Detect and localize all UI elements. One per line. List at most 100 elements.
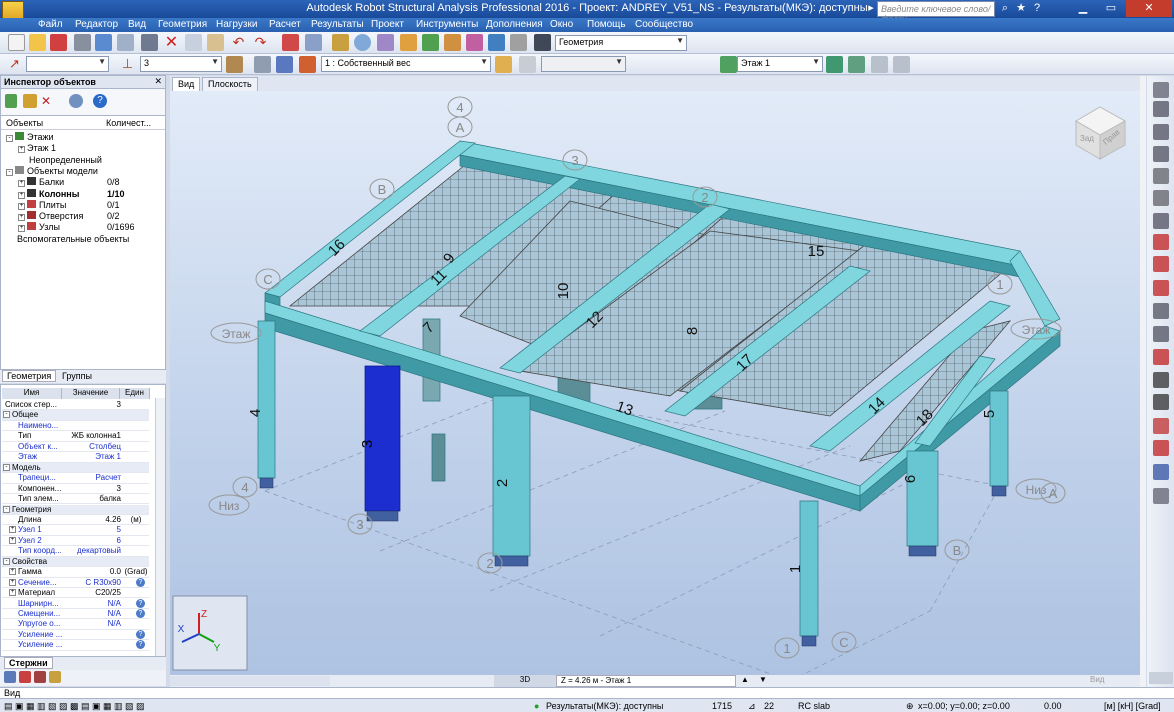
structure-tool-icon[interactable] [1153,190,1169,206]
tree-item[interactable]: + Этаж 1 [18,143,56,154]
menu-project[interactable]: Проект [371,19,404,30]
loads-case-icon[interactable] [299,56,316,73]
menu-community[interactable]: Сообщество [635,19,693,30]
structure-tool-icon[interactable] [1153,372,1169,388]
close-icon[interactable]: ✕ [154,76,162,87]
column-back[interactable] [431,433,446,482]
command-line[interactable]: Вид [0,687,1174,698]
info-icon[interactable]: ? [136,640,145,650]
structure-tool-icon[interactable] [1153,101,1169,117]
maximize-button[interactable]: ▭ [1098,0,1124,17]
property-row[interactable]: Упругое о... N/A [2,619,149,630]
structure-model[interactable]: 16 91171012 8151713 1418 5643214A3B2C 1Этаж Эт… [170,91,1140,675]
property-row[interactable]: + Узел 1 5 [2,525,149,536]
property-value[interactable]: N/A [64,619,121,628]
menu-results[interactable]: Результаты [311,19,364,30]
print-icon[interactable] [74,34,91,51]
bar-selection-combo[interactable]: ▼ [26,56,109,72]
expand-icon[interactable]: + [18,225,25,233]
display-icon[interactable] [377,34,394,51]
structure-tool-icon[interactable] [1153,326,1169,342]
structure-tool-icon[interactable] [1153,82,1169,98]
menu-addins[interactable]: Дополнения [486,19,543,30]
property-value[interactable]: Этаж 1 [64,452,121,461]
clear-filter-icon[interactable]: ✕ [41,94,55,108]
copy-icon[interactable] [185,34,202,51]
property-row[interactable]: Трапеци... Расчет [2,473,149,484]
expand-icon[interactable]: + [9,526,16,534]
loads-icon[interactable] [444,34,461,51]
expand-icon[interactable]: + [9,578,16,586]
structure-tool-icon[interactable] [1153,168,1169,184]
property-row[interactable]: Смещени... N/A? [2,609,149,620]
expand-icon[interactable]: + [18,191,25,199]
property-row[interactable]: + Материал C20/25 [2,588,149,599]
z-up-icon[interactable]: ▲ [736,675,754,687]
property-row[interactable]: Тип ЖБ колонна1 [2,431,149,442]
collapse-icon[interactable]: - [6,168,13,176]
menu-view[interactable]: Вид [128,19,146,30]
property-section[interactable]: - Геометрия [2,504,149,515]
zoom-icon[interactable] [354,34,371,51]
undo-icon[interactable]: ↶ [230,34,247,51]
info-icon[interactable]: ? [136,598,145,608]
collapse-icon[interactable]: - [3,505,10,513]
info-icon[interactable]: ? [136,577,145,587]
property-value[interactable]: Столбец [64,442,121,451]
tree-item[interactable]: Неопределенный [18,155,102,165]
story-up-icon[interactable] [826,56,843,73]
model-icon[interactable] [422,34,439,51]
collapse-icon[interactable]: - [6,135,13,142]
structure-tool-icon[interactable] [1153,234,1169,250]
tree-item[interactable]: + Плиты [18,199,66,210]
info-icon[interactable]: ? [136,609,145,618]
property-row[interactable]: + Узел 2 6 [2,536,149,547]
property-value[interactable]: N/A [64,599,121,608]
property-value[interactable]: 4.26 [64,515,121,524]
property-row[interactable]: Объект к... Столбец [2,442,149,453]
expand-icon[interactable]: + [9,536,16,544]
material-icon[interactable] [34,671,46,683]
property-row[interactable]: Этаж Этаж 1 [2,452,149,463]
property-value[interactable]: 5 [64,525,121,534]
section-view-icon[interactable] [254,56,271,73]
property-row[interactable]: Тип коорд... декартовый [2,546,149,557]
expand-icon[interactable]: + [18,202,25,210]
structure-icon[interactable] [400,34,417,51]
property-row[interactable]: Компонен... 3 [2,484,149,494]
structure-tool-icon[interactable] [1153,464,1169,480]
tree-item[interactable]: + Колонны [18,188,79,199]
new-file-icon[interactable] [8,34,25,51]
screen-capture-icon[interactable] [141,34,158,51]
property-section[interactable]: - Модель [2,462,149,474]
property-row[interactable]: Шарнирн... N/A? [2,598,149,609]
close-button[interactable]: ✕ [1126,0,1172,17]
structure-tool-icon[interactable] [1153,394,1169,410]
table-icon[interactable] [305,34,322,51]
search-icon[interactable] [69,94,83,108]
story-combo[interactable]: Этаж 1 ▼ [737,56,823,72]
property-section[interactable]: - Свойства [2,556,149,568]
tab-plane[interactable]: Плоскость [202,77,258,91]
expand-icon[interactable]: + [9,568,16,576]
minimize-button[interactable]: ▁ [1070,0,1096,17]
load-case-combo[interactable]: 1 : Собственный вес ▼ [321,56,491,72]
selection-combo[interactable]: 3 ▼ [140,56,222,72]
column-5[interactable] [989,390,1009,487]
tree-item[interactable]: + Отверстия [18,211,83,222]
help-icon[interactable]: ? [1030,1,1044,16]
calculator-icon[interactable] [282,34,299,51]
filter-icon[interactable] [226,56,243,73]
layout-icon[interactable] [534,34,551,51]
3d-viewport[interactable]: 16 9 11 7 10 12 8 15 17 13 14 18 5 6 4 3 2 1 4 A 3 B 2 C 1 Этаж Эт… [170,91,1140,675]
property-value[interactable]: балка [64,494,121,503]
menu-tools[interactable]: Инструменты [416,19,478,30]
expand-icon[interactable]: + [18,180,25,188]
list-icon[interactable] [4,671,16,683]
paste-icon[interactable] [207,34,224,51]
story-icon[interactable] [720,56,737,73]
tab-groups[interactable]: Группы [62,371,92,381]
structure-tool-icon[interactable] [1153,146,1169,162]
menu-loads[interactable]: Нагрузки [216,19,257,30]
release-icon[interactable] [49,671,61,683]
